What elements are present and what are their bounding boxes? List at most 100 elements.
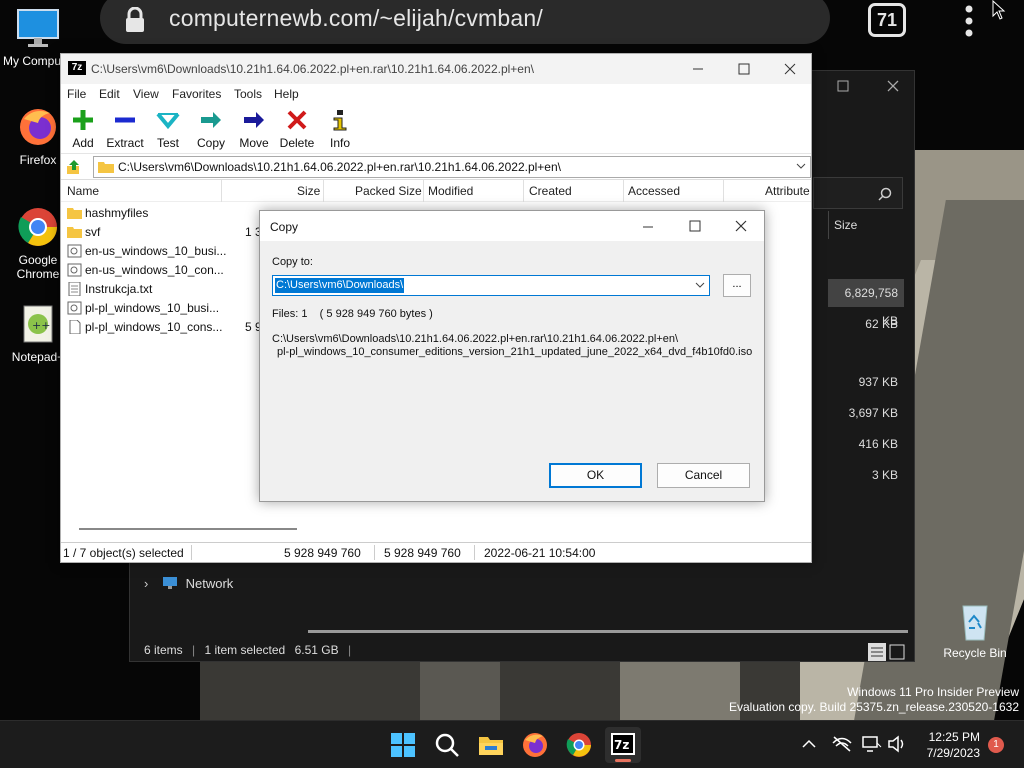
search-box[interactable] (813, 177, 903, 209)
firefox-icon[interactable] (521, 731, 549, 759)
info-button[interactable]: Info (318, 106, 362, 152)
add-button[interactable]: Add (61, 106, 105, 152)
notification-badge[interactable]: 1 (988, 737, 1004, 753)
recycle-bin-icon (953, 598, 997, 642)
chevron-down-icon[interactable] (796, 162, 806, 170)
sevenzip-taskbar-button[interactable]: 7z (605, 727, 641, 763)
column-header-modified[interactable]: Modified (428, 184, 473, 198)
horizontal-scrollbar[interactable] (308, 630, 908, 633)
dialog-title-bar[interactable]: Copy (260, 211, 764, 241)
chrome-icon[interactable] (565, 731, 593, 759)
close-button[interactable] (767, 54, 813, 84)
column-header-created[interactable]: Created (529, 184, 572, 198)
maximize-button[interactable] (721, 54, 767, 84)
maximize-icon[interactable] (688, 219, 702, 233)
folder-icon (67, 227, 82, 238)
file-name: hashmyfiles (85, 206, 149, 220)
copy-dialog[interactable]: Copy Copy to: C:\Users\vm6\Downloads\ ..… (259, 210, 765, 502)
file-name: en-us_windows_10_busi... (85, 244, 227, 258)
status-modified: 2022-06-21 10:54:00 (484, 546, 596, 560)
menu-file[interactable]: File (67, 87, 86, 101)
menu-tools[interactable]: Tools (234, 87, 262, 101)
source-filename: pl-pl_windows_10_consumer_editions_versi… (277, 346, 753, 358)
evaluation-watermark: Windows 11 Pro Insider Preview Evaluatio… (729, 685, 1019, 715)
chevron-right-icon[interactable]: › (144, 576, 148, 591)
mouse-cursor-icon (992, 0, 1006, 20)
add-label: Add (72, 136, 94, 150)
extract-button[interactable]: Extract (103, 106, 147, 152)
url-text[interactable]: computernewb.com/~elijah/cvmban/ (169, 5, 543, 32)
search-icon (878, 187, 892, 201)
column-header-name[interactable]: Name (67, 184, 99, 198)
info-label: Info (329, 136, 350, 150)
size-cell: 937 KB (858, 375, 898, 389)
destination-path[interactable]: C:\Users\vm6\Downloads\ (275, 278, 405, 293)
desktop-icon-recycle-bin[interactable]: Recycle Bin (940, 598, 1010, 660)
status-packed-size: 5 928 949 760 (384, 546, 461, 560)
ok-button[interactable]: OK (549, 463, 642, 488)
monitor-icon (16, 6, 60, 50)
size-cell: 3,697 KB (848, 406, 898, 420)
start-icon[interactable] (389, 731, 417, 759)
file-name: pl-pl_windows_10_busi... (85, 301, 220, 315)
close-icon[interactable] (886, 79, 900, 93)
up-folder-icon[interactable] (65, 158, 83, 176)
address-input[interactable]: C:\Users\vm6\Downloads\10.21h1.64.06.202… (93, 156, 811, 178)
files-info: Files: 1 ( 5 928 949 760 bytes ) (272, 308, 433, 320)
watermark-line-1: Windows 11 Pro Insider Preview (847, 685, 1019, 699)
test-button[interactable]: Test (146, 106, 190, 152)
search-icon[interactable] (433, 731, 461, 759)
minimize-button[interactable] (675, 54, 721, 84)
view-toggle[interactable] (868, 643, 908, 664)
size-cell: 6,829,758 KB (828, 279, 904, 328)
close-icon[interactable] (734, 219, 748, 233)
address-bar: C:\Users\vm6\Downloads\10.21h1.64.06.202… (61, 154, 811, 180)
disc-image-icon (67, 263, 82, 277)
menu-view[interactable]: View (133, 87, 159, 101)
selection-size: 6.51 GB (294, 643, 339, 657)
chevron-down-icon[interactable] (695, 281, 705, 289)
disc-image-icon (67, 301, 82, 315)
details-view-icon[interactable] (868, 643, 908, 661)
copy-arrow-icon (201, 112, 221, 128)
horizontal-scrollbar[interactable] (79, 528, 297, 530)
network-disconnected-icon[interactable] (832, 735, 852, 753)
file-name: Instrukcja.txt (85, 282, 153, 296)
delete-label: Delete (279, 136, 315, 150)
taskbar: 7z 12:25 PM 7/29/2023 1 (0, 720, 1024, 768)
menu-favorites[interactable]: Favorites (172, 87, 221, 101)
column-header-attributes[interactable]: Attribute (765, 184, 810, 198)
column-header-size[interactable]: Size (828, 211, 904, 239)
title-bar[interactable]: 7z C:\Users\vm6\Downloads\10.21h1.64.06.… (61, 54, 811, 84)
file-name: en-us_windows_10_con... (85, 263, 224, 277)
sevenzip-icon: 7z (611, 733, 635, 755)
column-header-accessed[interactable]: Accessed (628, 184, 680, 198)
volume-icon[interactable] (887, 735, 907, 753)
item-count: 6 items (144, 643, 183, 657)
menu-edit[interactable]: Edit (99, 87, 120, 101)
chevron-up-icon[interactable] (802, 739, 816, 749)
menu-help[interactable]: Help (274, 87, 299, 101)
size-cell: 62 KB (865, 317, 898, 331)
minimize-icon[interactable] (641, 220, 655, 234)
move-label: Move (239, 136, 269, 150)
cancel-button[interactable]: Cancel (657, 463, 750, 488)
destination-combobox[interactable]: C:\Users\vm6\Downloads\ (272, 275, 710, 296)
network-icon (162, 577, 177, 589)
tab-count-button[interactable]: 71 (868, 3, 906, 37)
column-header-packed-size[interactable]: Packed Size (355, 184, 422, 198)
more-options-icon[interactable] (962, 4, 976, 38)
column-header-size[interactable]: Size (297, 184, 320, 198)
file-explorer-icon[interactable] (477, 731, 505, 759)
close-icon (784, 63, 796, 75)
clock[interactable]: 12:25 PM 7/29/2023 (910, 729, 980, 761)
delete-button[interactable]: Delete (275, 106, 319, 152)
test-label: Test (156, 136, 179, 150)
browse-button[interactable]: ... (723, 274, 751, 297)
move-button[interactable]: Move (232, 106, 276, 152)
copy-button[interactable]: Copy (189, 106, 233, 152)
size-cell: 416 KB (858, 437, 898, 451)
display-icon[interactable] (862, 735, 882, 753)
nav-item-network[interactable]: › Network (144, 576, 233, 591)
maximize-icon[interactable] (836, 79, 850, 93)
